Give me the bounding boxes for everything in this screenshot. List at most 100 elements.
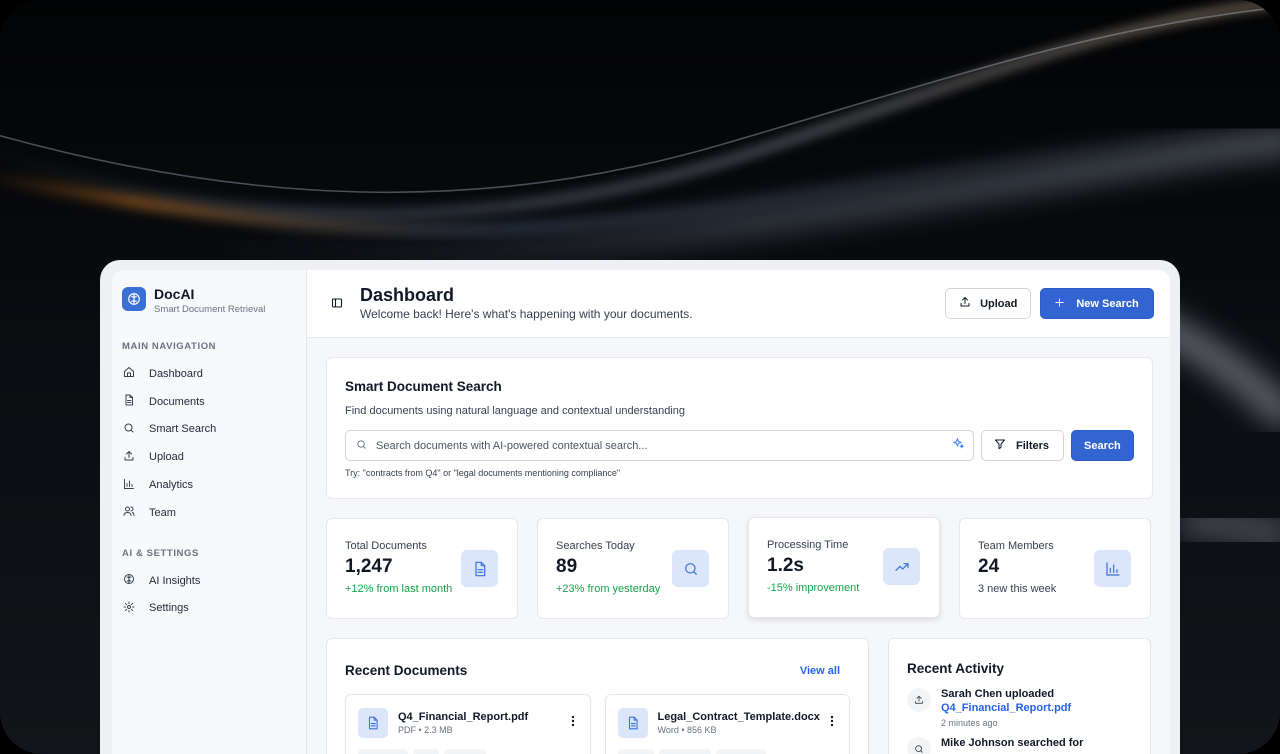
sidebar-item-analytics[interactable]: Analytics xyxy=(122,471,306,499)
stat-card-searches-today: Searches Today 89 +23% from yesterday xyxy=(537,518,729,619)
sidebar-item-dashboard[interactable]: Dashboard xyxy=(122,360,306,388)
app-shell: DocAI Smart Document Retrieval MAIN NAVI… xyxy=(112,270,1170,754)
ai-settings-navigation: AI Insights Settings xyxy=(122,567,306,623)
page-subtitle: Welcome back! Here's what's happening wi… xyxy=(360,306,693,321)
search-hint: Try: "contracts from Q4" or "legal docum… xyxy=(345,468,621,478)
activity-text: Sarah Chen uploaded xyxy=(941,688,1055,700)
search-icon xyxy=(123,422,135,437)
brain-icon xyxy=(123,573,135,588)
brand-name: DocAI xyxy=(154,286,195,302)
recent-documents-title: Recent Documents xyxy=(345,663,468,678)
main-navigation-heading: MAIN NAVIGATION xyxy=(122,341,217,352)
sidebar-item-documents[interactable]: Documents xyxy=(122,388,306,416)
sidebar-item-label: Smart Search xyxy=(149,423,217,436)
home-icon xyxy=(123,366,135,381)
sidebar-item-label: Dashboard xyxy=(149,367,203,380)
new-search-button[interactable]: New Search xyxy=(1040,288,1154,319)
main-area: Dashboard Welcome back! Here's what's ha… xyxy=(307,270,1170,754)
sidebar-item-team[interactable]: Team xyxy=(122,499,306,527)
search-button-label: Search xyxy=(1084,439,1121,452)
sidebar-toggle-icon[interactable] xyxy=(331,297,343,309)
activity-document-link[interactable]: Q4_Financial_Report.pdf xyxy=(941,702,1071,714)
search-button[interactable]: Search xyxy=(1071,430,1134,461)
stat-card-team-members: Team Members 24 3 new this week xyxy=(959,518,1151,619)
upload-button-label: Upload xyxy=(980,297,1018,310)
sidebar-item-label: Analytics xyxy=(149,479,194,492)
sidebar-item-upload[interactable]: Upload xyxy=(122,443,306,471)
search-icon xyxy=(907,737,931,754)
sidebar-item-label: Documents xyxy=(149,395,205,408)
document-tag xyxy=(658,749,711,754)
view-all-link[interactable]: View all xyxy=(800,665,840,677)
new-search-button-label: New Search xyxy=(1076,297,1139,310)
document-icon xyxy=(461,550,498,587)
document-meta: Word • 856 KB xyxy=(657,725,717,735)
sidebar-item-label: Upload xyxy=(149,451,184,464)
document-card[interactable]: Q4_Financial_Report.pdf PDF • 2.3 MB xyxy=(345,694,591,754)
top-bar: Dashboard Welcome back! Here's what's ha… xyxy=(307,270,1170,338)
document-name: Legal_Contract_Template.docx xyxy=(657,711,820,723)
main-navigation: Dashboard Documents Smart Search Upload … xyxy=(122,360,306,527)
recent-activity-card: Recent Activity Sarah Chen uploaded Q4_F… xyxy=(888,638,1151,754)
users-icon xyxy=(123,505,135,520)
stat-card-total-documents: Total Documents 1,247 +12% from last mon… xyxy=(326,518,518,619)
stat-card-processing-time: Processing Time 1.2s -15% improvement xyxy=(748,517,940,618)
recent-activity-title: Recent Activity xyxy=(907,661,1005,676)
document-meta: PDF • 2.3 MB xyxy=(398,725,453,735)
search-icon xyxy=(672,550,709,587)
plus-icon xyxy=(1054,297,1065,311)
search-input[interactable] xyxy=(376,439,943,452)
bottom-row: Recent Documents View all Q4_Financial_R… xyxy=(326,638,1153,754)
sidebar-item-ai-insights[interactable]: AI Insights xyxy=(122,567,306,595)
document-icon xyxy=(123,394,135,409)
document-tags xyxy=(358,749,578,754)
filter-icon xyxy=(994,438,1006,453)
document-icon xyxy=(358,708,388,738)
filters-button[interactable]: Filters xyxy=(981,430,1065,461)
sidebar-item-label: Team xyxy=(149,506,176,519)
sidebar-item-settings[interactable]: Settings xyxy=(122,595,306,623)
upload-icon xyxy=(907,688,931,712)
smart-search-title: Smart Document Search xyxy=(345,379,502,394)
filters-button-label: Filters xyxy=(1016,439,1050,452)
sidebar: DocAI Smart Document Retrieval MAIN NAVI… xyxy=(112,270,307,754)
stats-row: Total Documents 1,247 +12% from last mon… xyxy=(326,517,1153,619)
more-vertical-icon[interactable] xyxy=(827,715,837,727)
dashboard-content: Smart Document Search Find documents usi… xyxy=(307,338,1170,754)
search-field[interactable] xyxy=(345,430,974,461)
document-tag xyxy=(617,749,654,754)
upload-button[interactable]: Upload xyxy=(945,288,1032,319)
app-window: DocAI Smart Document Retrieval MAIN NAVI… xyxy=(100,260,1180,754)
activity-text: Mike Johnson searched for xyxy=(941,737,1084,749)
activity-time: 2 minutes ago xyxy=(941,718,998,728)
smart-search-card: Smart Document Search Find documents usi… xyxy=(326,357,1153,499)
sparkles-icon[interactable] xyxy=(952,437,965,455)
document-tag xyxy=(444,749,486,754)
sidebar-item-smart-search[interactable]: Smart Search xyxy=(122,416,306,444)
ai-settings-heading: AI & SETTINGS xyxy=(122,547,199,559)
smart-search-description: Find documents using natural language an… xyxy=(345,405,686,417)
more-vertical-icon[interactable] xyxy=(568,715,578,727)
search-icon xyxy=(356,437,367,455)
gear-icon xyxy=(123,601,135,616)
document-card[interactable]: Legal_Contract_Template.docx Word • 856 … xyxy=(604,694,850,754)
brain-icon xyxy=(122,287,146,311)
page-title: Dashboard xyxy=(360,284,455,305)
brand[interactable]: DocAI Smart Document Retrieval xyxy=(122,286,306,317)
document-tags xyxy=(617,749,838,754)
bar-chart-icon xyxy=(1094,550,1131,587)
upload-icon xyxy=(123,450,135,465)
sidebar-item-label: Settings xyxy=(149,602,189,615)
activity-item: Mike Johnson searched for xyxy=(907,737,1132,754)
document-icon xyxy=(617,708,648,738)
sidebar-item-label: AI Insights xyxy=(149,574,201,587)
upload-icon xyxy=(959,296,971,311)
trending-up-icon xyxy=(883,548,920,585)
activity-item: Sarah Chen uploaded Q4_Financial_Report.… xyxy=(907,688,1132,728)
document-tag xyxy=(413,749,439,754)
document-tag xyxy=(358,749,408,754)
document-tag xyxy=(715,749,766,754)
document-name: Q4_Financial_Report.pdf xyxy=(398,711,529,723)
recent-documents-card: Recent Documents View all Q4_Financial_R… xyxy=(326,638,869,754)
bar-chart-icon xyxy=(123,478,135,493)
